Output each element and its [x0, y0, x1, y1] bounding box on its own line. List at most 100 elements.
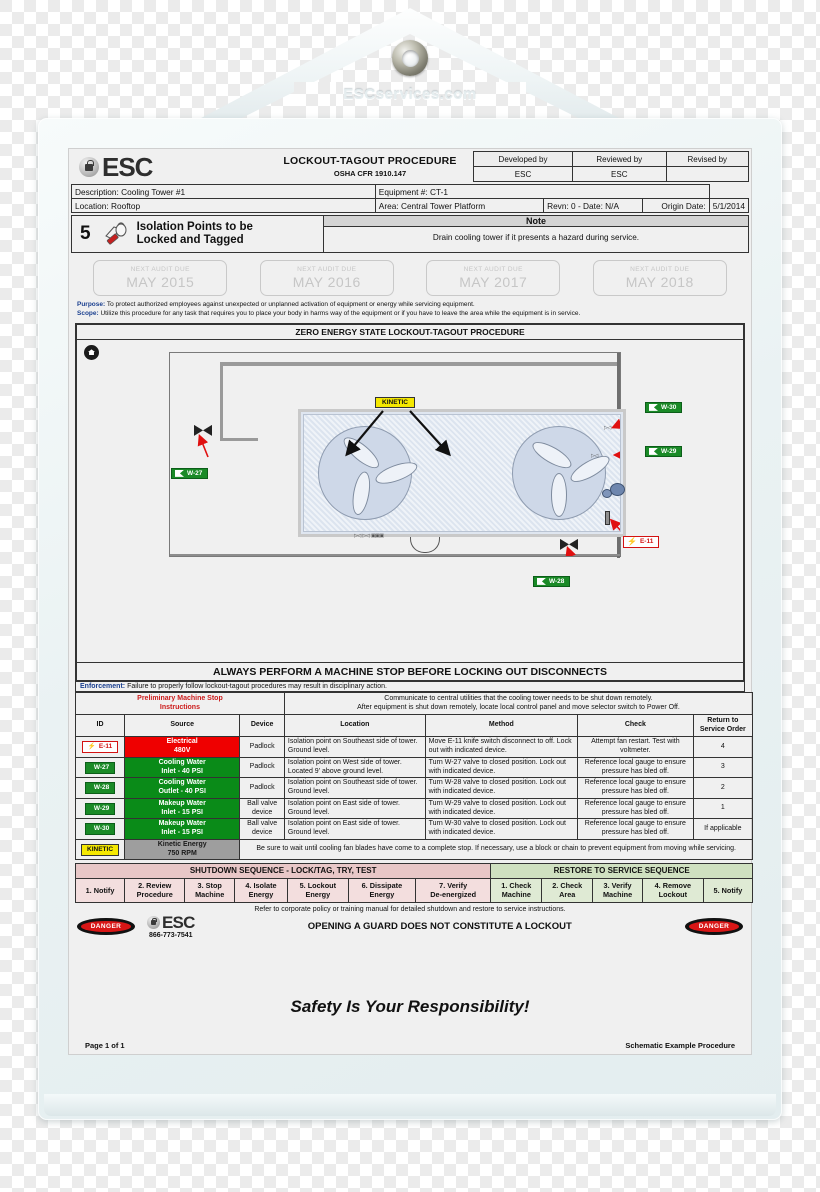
description-cell: Description: Cooling Tower #1	[71, 184, 376, 199]
wall-bottom-left	[220, 437, 258, 441]
table-row: W-30 Makeup Water Inlet - 15 PSI Ball va…	[74, 818, 754, 840]
row-location-e11: Isolation point on Southeast side of tow…	[283, 736, 426, 758]
source-line2: Outlet - 40 PSI	[158, 788, 206, 796]
preliminary-text-line1: Communicate to central utilities that th…	[384, 694, 653, 702]
shutdown-step-7-l1: 7. Verify	[439, 881, 468, 891]
note-header: Note	[324, 216, 748, 227]
table-row: W-28 Cooling Water Outlet - 40 PSI Padlo…	[74, 777, 754, 799]
row-id-w30[interactable]: W-30	[74, 818, 126, 840]
shutdown-step-4-l1: 4. Isolate	[245, 881, 277, 891]
card-header: ESC LOCKOUT-TAGOUT PROCEDURE OSHA CFR 19…	[71, 151, 750, 182]
id-tag-w27-label: W-27	[93, 763, 110, 771]
holder-brand-text: ESCservices.com	[343, 86, 477, 103]
shutdown-step-7: 7. Verify De-energized	[414, 878, 492, 903]
header-logo-block: ESC	[71, 151, 267, 182]
danger-badge-left-label: DANGER	[81, 920, 131, 932]
shutdown-sequence-header: SHUTDOWN SEQUENCE - LOCK/TAG, TRY, TEST	[74, 863, 492, 880]
preliminary-label: Preliminary Machine Stop Instructions	[75, 691, 285, 716]
fan-left	[318, 425, 420, 520]
audit-badge-1[interactable]: NEXT AUDIT DUE MAY 2015	[93, 260, 228, 296]
shutdown-step-4: 4. Isolate Energy	[234, 878, 288, 903]
schematic-tag-w28[interactable]: W-28	[533, 575, 571, 587]
cooling-tower-interior	[303, 413, 621, 532]
page-subtitle: OSHA CFR 1910.147	[333, 169, 407, 178]
id-tag-w29: W-29	[84, 802, 116, 815]
row-id-w28[interactable]: W-28	[74, 777, 126, 799]
origin-date-label: Origin Date:	[642, 198, 710, 213]
row-device-w27: Padlock	[239, 756, 285, 779]
shutdown-step-3: 3. Stop Machine	[184, 878, 236, 903]
restore-step-2-l1: 2. Check	[552, 881, 583, 891]
id-tag-w28: W-28	[84, 782, 116, 795]
isolation-label-line1: Isolation Points to be	[136, 221, 253, 234]
row-id-w27[interactable]: W-27	[74, 756, 126, 779]
restore-step-5-l1: 5. Notify	[713, 885, 743, 895]
restore-step-5: 5. Notify	[702, 878, 754, 903]
row-location-w27: Isolation point on West side of tower. L…	[283, 756, 426, 779]
col-id: ID	[74, 714, 126, 738]
audit-badge-3[interactable]: NEXT AUDIT DUE MAY 2017	[426, 260, 561, 296]
row-check-w28: Reference local gauge to ensure pressure…	[577, 777, 694, 799]
refer-text: Refer to corporate policy or training ma…	[254, 905, 566, 913]
footer-bar: DANGER ESC 866-773-7541 OPENING A GUARD …	[77, 914, 743, 939]
id-tag-w30-label: W-30	[93, 825, 110, 833]
restore-step-2-l2: Area	[559, 890, 576, 900]
isolation-points-label: Isolation Points to be Locked and Tagged	[137, 221, 253, 247]
shutdown-step-1: 1. Notify	[74, 878, 126, 903]
row-method-w27: Turn W-27 valve to closed position. Lock…	[424, 756, 579, 779]
valve-icon	[649, 403, 658, 411]
row-device-w30: Ball valve device	[239, 818, 285, 840]
shutdown-step-2: 2. Review Procedure	[124, 878, 186, 903]
row-check-w27: Reference local gauge to ensure pressure…	[577, 756, 694, 779]
row-id-e11[interactable]: ⚡ E-11	[74, 736, 126, 758]
scope-label: Scope:	[77, 310, 99, 318]
sequence-table: SHUTDOWN SEQUENCE - LOCK/TAG, TRY, TEST …	[74, 863, 754, 903]
signoff-table-wrap: Developed by Reviewed by Revised by ESC …	[472, 151, 750, 182]
restore-step-4-l2: Lockout	[658, 890, 688, 900]
row-source-w30: Makeup Water Inlet - 15 PSI	[124, 818, 241, 840]
shutdown-step-3-l1: 3. Stop	[197, 881, 222, 891]
isolation-points-count: 5	[80, 223, 91, 244]
schematic-title: ZERO ENERGY STATE LOCKOUT-TAGOUT PROCEDU…	[77, 325, 743, 340]
id-tag-e11: ⚡ E-11	[81, 741, 119, 754]
document-type: Schematic Example Procedure	[625, 1040, 735, 1050]
row-return-w27: 3	[692, 756, 754, 779]
signoff-header-row: Developed by Reviewed by Revised by	[472, 151, 750, 167]
row-source-kinetic: Kinetic Energy 750 RPM	[124, 838, 241, 861]
row-id-kinetic[interactable]: KINETIC	[74, 838, 126, 861]
col-location: Location	[283, 714, 426, 738]
shutdown-step-1-l1: 1. Notify	[85, 885, 115, 895]
danger-badge-left: DANGER	[77, 917, 135, 935]
location-row: Location: Rooftop Area: Central Tower Pl…	[71, 198, 750, 213]
row-check-w29: Reference local gauge to ensure pressure…	[577, 797, 694, 820]
schematic-tag-e11[interactable]: ⚡ E-11	[623, 535, 660, 548]
audit-badge-2[interactable]: NEXT AUDIT DUE MAY 2016	[259, 260, 394, 296]
home-icon	[84, 344, 99, 360]
source-line1: Kinetic Energy	[157, 840, 207, 848]
valve-symbol-w27	[194, 425, 212, 436]
source-line1: Cooling Water	[158, 758, 206, 766]
row-id-w29[interactable]: W-29	[74, 797, 126, 820]
padlock-icon	[147, 915, 160, 929]
scope-line: Scope: Utilize this procedure for any ta…	[77, 309, 743, 318]
audit-badge-4[interactable]: NEXT AUDIT DUE MAY 2018	[592, 260, 727, 296]
audit-badges: NEXT AUDIT DUE MAY 2015 NEXT AUDIT DUE M…	[77, 260, 743, 296]
source-line1: Electrical	[166, 738, 198, 746]
audit-date-2: MAY 2016	[292, 274, 361, 290]
valve-mark-w29: ▷◁	[591, 452, 598, 459]
schematic-tag-w29[interactable]: W-29	[645, 445, 683, 457]
row-return-w28: 2	[692, 777, 754, 799]
source-line2: Inlet - 15 PSI	[161, 808, 203, 816]
schematic-tag-w30[interactable]: W-30	[645, 401, 683, 413]
isolation-label-line2: Locked and Tagged	[136, 234, 244, 246]
schematic-tag-w28-label: W-28	[549, 577, 565, 585]
id-tag-w29-label: W-29	[93, 804, 110, 812]
lightning-bolt-icon: ⚡	[627, 536, 637, 546]
valve-icon	[537, 577, 546, 585]
schematic-tag-w27[interactable]: W-27	[171, 467, 209, 479]
procedure-header-row: ID Source Device Location Method Check R…	[74, 714, 754, 738]
schematic-tag-w30-label: W-30	[661, 403, 677, 411]
origin-date-value: 5/1/2014	[708, 198, 750, 213]
lightning-bolt-icon: ⚡	[87, 743, 96, 751]
signoff-col-revised: Revised by	[665, 151, 750, 167]
